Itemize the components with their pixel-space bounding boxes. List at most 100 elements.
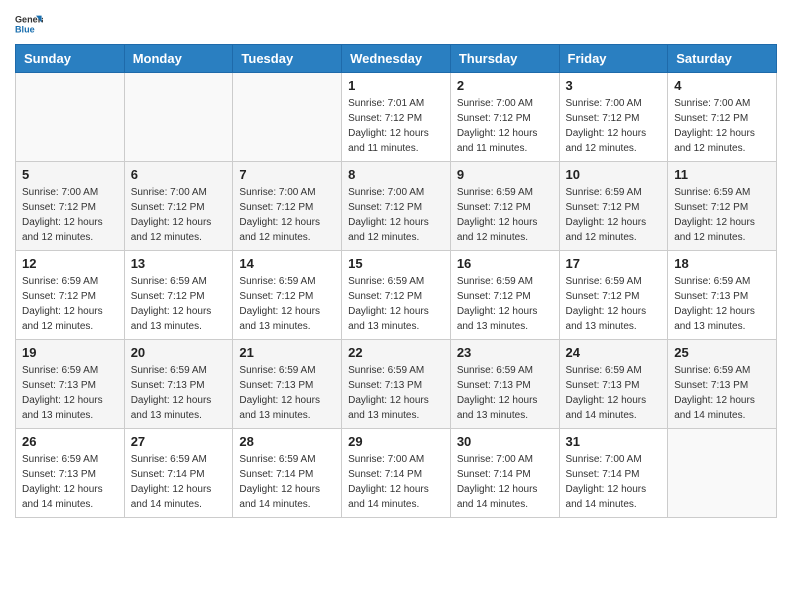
calendar-day-cell: 16 Sunrise: 6:59 AM Sunset: 7:12 PM Dayli… (450, 251, 559, 340)
day-info: Sunrise: 6:59 AM Sunset: 7:13 PM Dayligh… (674, 274, 770, 334)
calendar-week-row: 19Sunrise: 6:59 AM Sunset: 7:13 PM Dayli… (16, 340, 777, 429)
day-info: Sunrise: 6:59 AM Sunset: 7:13 PM Dayligh… (457, 363, 553, 423)
day-info: Sunrise: 7:00 AM Sunset: 7:12 PM Dayligh… (348, 185, 444, 245)
weekday-header-cell: Monday (124, 45, 233, 73)
calendar-day-cell: 15 Sunrise: 6:59 AM Sunset: 7:12 PM Dayli… (342, 251, 451, 340)
calendar-day-cell (668, 429, 777, 518)
calendar-day-cell: 7Sunrise: 7:00 AM Sunset: 7:12 PM Daylig… (233, 162, 342, 251)
calendar-day-cell: 25 Sunrise: 6:59 AM Sunset: 7:13 PM Dayli… (668, 340, 777, 429)
calendar-week-row: 12 Sunrise: 6:59 AM Sunset: 7:12 PM Dayli… (16, 251, 777, 340)
calendar-body: 1 Sunrise: 7:01 AM Sunset: 7:12 PM Daylig… (16, 73, 777, 518)
calendar-day-cell: 4Sunrise: 7:00 AM Sunset: 7:12 PM Daylig… (668, 73, 777, 162)
calendar-day-cell: 3Sunrise: 7:00 AM Sunset: 7:12 PM Daylig… (559, 73, 668, 162)
day-info: Sunrise: 6:59 AM Sunset: 7:12 PM Dayligh… (457, 185, 553, 245)
day-number: 29 (348, 434, 444, 449)
day-info: Sunrise: 7:00 AM Sunset: 7:12 PM Dayligh… (22, 185, 118, 245)
day-info: Sunrise: 6:59 AM Sunset: 7:12 PM Dayligh… (457, 274, 553, 334)
day-info: Sunrise: 7:01 AM Sunset: 7:12 PM Dayligh… (348, 96, 444, 156)
calendar-day-cell: 21Sunrise: 6:59 AM Sunset: 7:13 PM Dayli… (233, 340, 342, 429)
day-number: 27 (131, 434, 227, 449)
calendar-day-cell: 29 Sunrise: 7:00 AM Sunset: 7:14 PM Dayli… (342, 429, 451, 518)
day-info: Sunrise: 6:59 AM Sunset: 7:13 PM Dayligh… (22, 363, 118, 423)
calendar-day-cell: 22Sunrise: 6:59 AM Sunset: 7:13 PM Dayli… (342, 340, 451, 429)
calendar-day-cell: 30 Sunrise: 7:00 AM Sunset: 7:14 PM Dayli… (450, 429, 559, 518)
day-info: Sunrise: 6:59 AM Sunset: 7:12 PM Dayligh… (674, 185, 770, 245)
day-number: 7 (239, 167, 335, 182)
calendar-day-cell: 9Sunrise: 6:59 AM Sunset: 7:12 PM Daylig… (450, 162, 559, 251)
calendar-day-cell: 23 Sunrise: 6:59 AM Sunset: 7:13 PM Dayli… (450, 340, 559, 429)
day-number: 26 (22, 434, 118, 449)
weekday-header-cell: Friday (559, 45, 668, 73)
day-info: Sunrise: 7:00 AM Sunset: 7:14 PM Dayligh… (348, 452, 444, 512)
logo: General Blue (15, 10, 47, 38)
day-number: 31 (566, 434, 662, 449)
day-info: Sunrise: 6:59 AM Sunset: 7:12 PM Dayligh… (566, 274, 662, 334)
calendar-day-cell: 13 Sunrise: 6:59 AM Sunset: 7:12 PM Dayli… (124, 251, 233, 340)
day-number: 1 (348, 78, 444, 93)
day-info: Sunrise: 6:59 AM Sunset: 7:13 PM Dayligh… (22, 452, 118, 512)
day-number: 21 (239, 345, 335, 360)
day-number: 20 (131, 345, 227, 360)
logo-icon: General Blue (15, 10, 43, 38)
day-number: 23 (457, 345, 553, 360)
calendar-week-row: 5 Sunrise: 7:00 AM Sunset: 7:12 PM Daylig… (16, 162, 777, 251)
calendar-day-cell (124, 73, 233, 162)
day-info: Sunrise: 7:00 AM Sunset: 7:12 PM Dayligh… (457, 96, 553, 156)
calendar-day-cell: 27Sunrise: 6:59 AM Sunset: 7:14 PM Dayli… (124, 429, 233, 518)
day-number: 13 (131, 256, 227, 271)
weekday-header-cell: Tuesday (233, 45, 342, 73)
day-info: Sunrise: 6:59 AM Sunset: 7:12 PM Dayligh… (348, 274, 444, 334)
calendar-day-cell: 14 Sunrise: 6:59 AM Sunset: 7:12 PM Dayli… (233, 251, 342, 340)
calendar-day-cell: 26 Sunrise: 6:59 AM Sunset: 7:13 PM Dayli… (16, 429, 125, 518)
calendar-week-row: 26 Sunrise: 6:59 AM Sunset: 7:13 PM Dayli… (16, 429, 777, 518)
day-number: 10 (566, 167, 662, 182)
calendar-day-cell: 19Sunrise: 6:59 AM Sunset: 7:13 PM Dayli… (16, 340, 125, 429)
day-info: Sunrise: 6:59 AM Sunset: 7:12 PM Dayligh… (566, 185, 662, 245)
calendar-day-cell: 5 Sunrise: 7:00 AM Sunset: 7:12 PM Daylig… (16, 162, 125, 251)
day-info: Sunrise: 7:00 AM Sunset: 7:12 PM Dayligh… (131, 185, 227, 245)
day-info: Sunrise: 7:00 AM Sunset: 7:12 PM Dayligh… (674, 96, 770, 156)
calendar-day-cell: 17 Sunrise: 6:59 AM Sunset: 7:12 PM Dayli… (559, 251, 668, 340)
day-info: Sunrise: 6:59 AM Sunset: 7:12 PM Dayligh… (22, 274, 118, 334)
calendar-day-cell: 28 Sunrise: 6:59 AM Sunset: 7:14 PM Dayli… (233, 429, 342, 518)
day-number: 14 (239, 256, 335, 271)
calendar-day-cell: 11Sunrise: 6:59 AM Sunset: 7:12 PM Dayli… (668, 162, 777, 251)
day-number: 15 (348, 256, 444, 271)
day-number: 2 (457, 78, 553, 93)
day-number: 6 (131, 167, 227, 182)
calendar-day-cell: 8 Sunrise: 7:00 AM Sunset: 7:12 PM Daylig… (342, 162, 451, 251)
weekday-header-cell: Wednesday (342, 45, 451, 73)
day-number: 5 (22, 167, 118, 182)
weekday-header-cell: Saturday (668, 45, 777, 73)
day-info: Sunrise: 6:59 AM Sunset: 7:13 PM Dayligh… (674, 363, 770, 423)
calendar-week-row: 1 Sunrise: 7:01 AM Sunset: 7:12 PM Daylig… (16, 73, 777, 162)
weekday-header-cell: Sunday (16, 45, 125, 73)
day-number: 3 (566, 78, 662, 93)
day-number: 8 (348, 167, 444, 182)
day-info: Sunrise: 6:59 AM Sunset: 7:12 PM Dayligh… (131, 274, 227, 334)
day-number: 12 (22, 256, 118, 271)
weekday-header-row: SundayMondayTuesdayWednesdayThursdayFrid… (16, 45, 777, 73)
day-number: 24 (566, 345, 662, 360)
day-info: Sunrise: 6:59 AM Sunset: 7:14 PM Dayligh… (239, 452, 335, 512)
calendar: SundayMondayTuesdayWednesdayThursdayFrid… (15, 44, 777, 518)
day-info: Sunrise: 7:00 AM Sunset: 7:14 PM Dayligh… (457, 452, 553, 512)
day-number: 25 (674, 345, 770, 360)
calendar-day-cell: 2 Sunrise: 7:00 AM Sunset: 7:12 PM Daylig… (450, 73, 559, 162)
day-number: 16 (457, 256, 553, 271)
weekday-header-cell: Thursday (450, 45, 559, 73)
day-number: 28 (239, 434, 335, 449)
calendar-day-cell: 12 Sunrise: 6:59 AM Sunset: 7:12 PM Dayli… (16, 251, 125, 340)
calendar-day-cell: 18Sunrise: 6:59 AM Sunset: 7:13 PM Dayli… (668, 251, 777, 340)
calendar-day-cell (16, 73, 125, 162)
calendar-day-cell: 24Sunrise: 6:59 AM Sunset: 7:13 PM Dayli… (559, 340, 668, 429)
calendar-day-cell: 10 Sunrise: 6:59 AM Sunset: 7:12 PM Dayli… (559, 162, 668, 251)
calendar-day-cell: 31Sunrise: 7:00 AM Sunset: 7:14 PM Dayli… (559, 429, 668, 518)
day-number: 17 (566, 256, 662, 271)
calendar-day-cell: 1 Sunrise: 7:01 AM Sunset: 7:12 PM Daylig… (342, 73, 451, 162)
calendar-day-cell: 6 Sunrise: 7:00 AM Sunset: 7:12 PM Daylig… (124, 162, 233, 251)
day-number: 30 (457, 434, 553, 449)
day-info: Sunrise: 6:59 AM Sunset: 7:12 PM Dayligh… (239, 274, 335, 334)
calendar-day-cell (233, 73, 342, 162)
header: General Blue (15, 10, 777, 38)
